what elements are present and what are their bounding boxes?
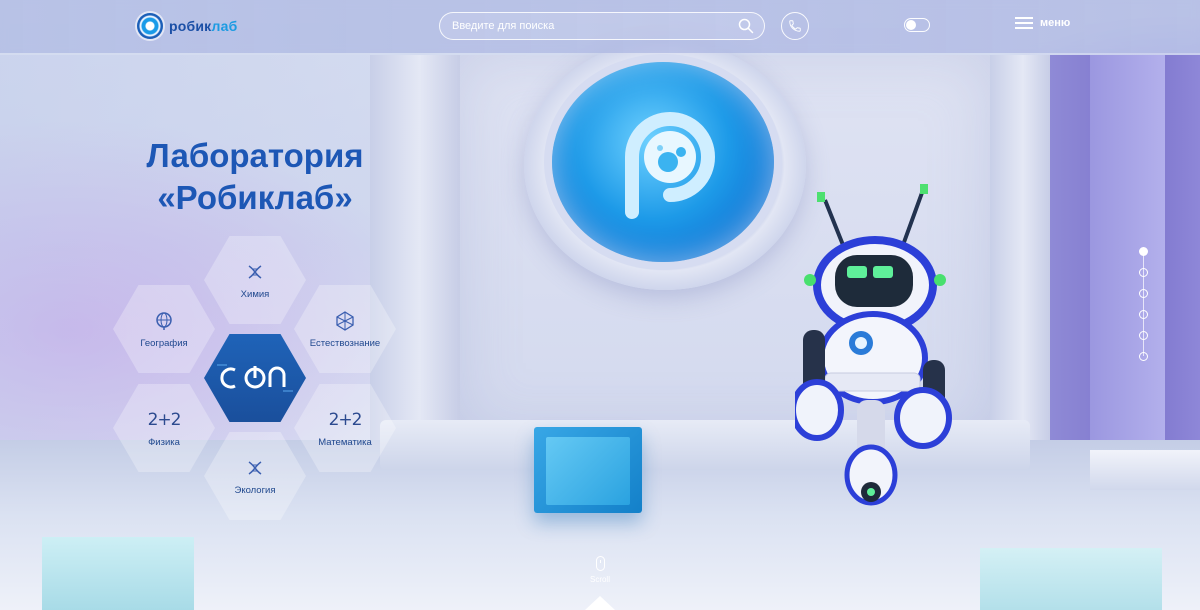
subject-label: Математика	[318, 436, 372, 448]
molecule-icon	[334, 310, 356, 332]
search-icon[interactable]	[738, 18, 754, 34]
robiklab-logo-icon	[137, 13, 163, 39]
page-title: Лаборатория «Робиклаб»	[120, 135, 390, 219]
dna-icon	[244, 261, 266, 283]
pagination-dot[interactable]	[1139, 268, 1148, 277]
search-box	[439, 12, 765, 40]
robiklab-emblem-icon	[625, 112, 715, 219]
logo-text-accent: лаб	[211, 18, 238, 34]
math-icon: 2+2	[328, 409, 363, 430]
site-logo[interactable]: робиклаб	[137, 12, 237, 40]
robot-mascot	[795, 184, 952, 506]
subject-label: География	[140, 337, 188, 349]
title-line: Лаборатория	[146, 137, 364, 174]
subject-label: Экология	[234, 484, 276, 496]
logo-text: робиклаб	[169, 18, 237, 34]
pagination-dot[interactable]	[1139, 289, 1148, 298]
math-icon: 2+2	[147, 409, 182, 430]
menu-label: меню	[1040, 17, 1071, 29]
call-button[interactable]	[781, 12, 809, 40]
portal-logo	[552, 62, 774, 262]
hamburger-icon	[1015, 17, 1033, 29]
subject-label: Физика	[148, 436, 180, 448]
glowing-cube	[534, 427, 642, 513]
pagination-dot[interactable]	[1139, 352, 1148, 361]
logo-text-main: робик	[169, 18, 212, 34]
site-header: робиклаб меню	[0, 0, 1200, 53]
menu-button[interactable]: меню	[1015, 17, 1070, 29]
search-input[interactable]	[452, 13, 732, 39]
dna-icon	[244, 457, 266, 479]
globe-icon	[153, 310, 175, 332]
title-line: «Робиклаб»	[157, 179, 353, 216]
pedestal	[980, 548, 1162, 610]
pedestal	[42, 537, 194, 610]
accessibility-toggle[interactable]	[904, 18, 930, 32]
pagination-dot[interactable]	[1139, 310, 1148, 319]
room-pillar	[990, 55, 1050, 450]
room-step	[1090, 450, 1200, 490]
pagination-dot[interactable]	[1139, 247, 1148, 256]
mouse-icon	[595, 556, 605, 571]
room-pillar	[370, 55, 460, 450]
eye-icon	[906, 20, 916, 30]
con-logo-icon	[217, 364, 293, 392]
slide-pagination	[1139, 247, 1149, 373]
scroll-label: Scroll	[589, 575, 610, 584]
room-right-wall	[1050, 55, 1200, 475]
scroll-hint[interactable]: Scroll	[585, 556, 615, 584]
subject-label: Химия	[240, 288, 270, 300]
pagination-dot[interactable]	[1139, 331, 1148, 340]
phone-icon	[789, 20, 801, 32]
subject-label: Естествознание	[309, 337, 381, 349]
